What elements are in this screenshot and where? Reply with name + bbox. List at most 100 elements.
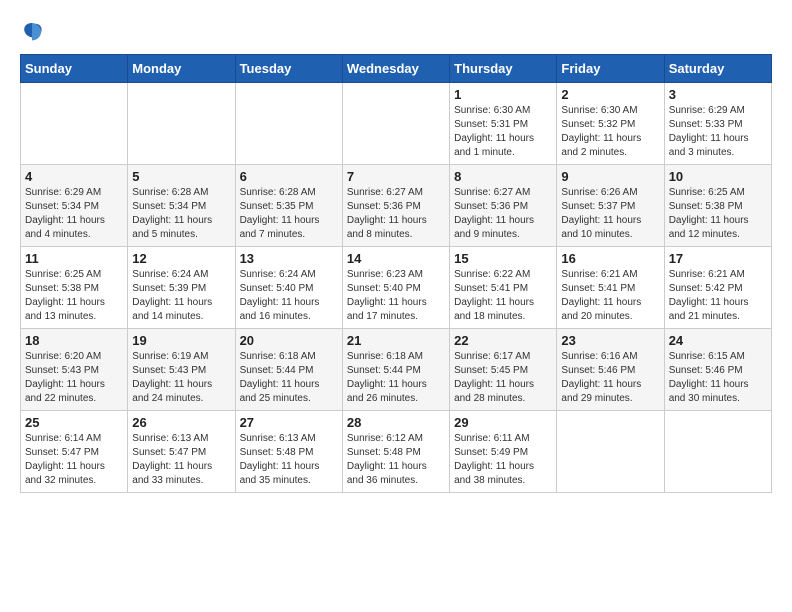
day-number: 20	[240, 333, 338, 348]
day-info: Sunrise: 6:21 AM Sunset: 5:42 PM Dayligh…	[669, 268, 767, 324]
day-number: 27	[240, 415, 338, 430]
calendar-cell: 28 Sunrise: 6:12 AM Sunset: 5:48 PM Dayli…	[342, 411, 449, 493]
day-info: Sunrise: 6:15 AM Sunset: 5:46 PM Dayligh…	[669, 350, 767, 406]
day-number: 28	[347, 415, 445, 430]
day-info: Sunrise: 6:16 AM Sunset: 5:46 PM Dayligh…	[561, 350, 659, 406]
day-number: 2	[561, 87, 659, 102]
day-info: Sunrise: 6:22 AM Sunset: 5:41 PM Dayligh…	[454, 268, 552, 324]
calendar-cell: 20 Sunrise: 6:18 AM Sunset: 5:44 PM Dayli…	[235, 329, 342, 411]
day-number: 6	[240, 169, 338, 184]
page-header	[20, 20, 772, 44]
day-info: Sunrise: 6:26 AM Sunset: 5:37 PM Dayligh…	[561, 186, 659, 242]
day-number: 23	[561, 333, 659, 348]
day-number: 3	[669, 87, 767, 102]
day-number: 18	[25, 333, 123, 348]
day-number: 22	[454, 333, 552, 348]
day-info: Sunrise: 6:21 AM Sunset: 5:41 PM Dayligh…	[561, 268, 659, 324]
day-info: Sunrise: 6:13 AM Sunset: 5:47 PM Dayligh…	[132, 432, 230, 488]
day-number: 5	[132, 169, 230, 184]
calendar-cell: 16 Sunrise: 6:21 AM Sunset: 5:41 PM Dayli…	[557, 247, 664, 329]
day-number: 9	[561, 169, 659, 184]
day-info: Sunrise: 6:23 AM Sunset: 5:40 PM Dayligh…	[347, 268, 445, 324]
day-info: Sunrise: 6:18 AM Sunset: 5:44 PM Dayligh…	[240, 350, 338, 406]
weekday-tuesday: Tuesday	[235, 55, 342, 83]
day-number: 14	[347, 251, 445, 266]
calendar-week-3: 11 Sunrise: 6:25 AM Sunset: 5:38 PM Dayli…	[21, 247, 772, 329]
calendar-cell	[557, 411, 664, 493]
day-number: 19	[132, 333, 230, 348]
day-info: Sunrise: 6:28 AM Sunset: 5:34 PM Dayligh…	[132, 186, 230, 242]
weekday-thursday: Thursday	[450, 55, 557, 83]
calendar-cell: 8Sunrise: 6:27 AM Sunset: 5:36 PM Daylig…	[450, 165, 557, 247]
calendar-table: SundayMondayTuesdayWednesdayThursdayFrid…	[20, 54, 772, 493]
calendar-cell: 10 Sunrise: 6:25 AM Sunset: 5:38 PM Dayli…	[664, 165, 771, 247]
day-number: 13	[240, 251, 338, 266]
day-info: Sunrise: 6:11 AM Sunset: 5:49 PM Dayligh…	[454, 432, 552, 488]
calendar-cell: 23 Sunrise: 6:16 AM Sunset: 5:46 PM Dayli…	[557, 329, 664, 411]
logo	[20, 20, 48, 44]
calendar-cell: 24 Sunrise: 6:15 AM Sunset: 5:46 PM Dayli…	[664, 329, 771, 411]
day-info: Sunrise: 6:25 AM Sunset: 5:38 PM Dayligh…	[669, 186, 767, 242]
calendar-cell: 3 Sunrise: 6:29 AM Sunset: 5:33 PM Daylig…	[664, 83, 771, 165]
day-info: Sunrise: 6:27 AM Sunset: 5:36 PM Dayligh…	[454, 186, 552, 242]
calendar-cell: 2 Sunrise: 6:30 AM Sunset: 5:32 PM Daylig…	[557, 83, 664, 165]
day-number: 21	[347, 333, 445, 348]
calendar-cell: 9 Sunrise: 6:26 AM Sunset: 5:37 PM Daylig…	[557, 165, 664, 247]
day-number: 24	[669, 333, 767, 348]
calendar-cell: 4 Sunrise: 6:29 AM Sunset: 5:34 PM Daylig…	[21, 165, 128, 247]
calendar-cell	[664, 411, 771, 493]
day-info: Sunrise: 6:25 AM Sunset: 5:38 PM Dayligh…	[25, 268, 123, 324]
calendar-week-4: 18 Sunrise: 6:20 AM Sunset: 5:43 PM Dayli…	[21, 329, 772, 411]
day-number: 29	[454, 415, 552, 430]
day-info: Sunrise: 6:30 AM Sunset: 5:31 PM Dayligh…	[454, 104, 552, 160]
day-info: Sunrise: 6:28 AM Sunset: 5:35 PM Dayligh…	[240, 186, 338, 242]
calendar-cell: 29 Sunrise: 6:11 AM Sunset: 5:49 PM Dayli…	[450, 411, 557, 493]
weekday-monday: Monday	[128, 55, 235, 83]
day-number: 25	[25, 415, 123, 430]
day-number: 10	[669, 169, 767, 184]
calendar-body: 1 Sunrise: 6:30 AM Sunset: 5:31 PM Daylig…	[21, 83, 772, 493]
day-number: 1	[454, 87, 552, 102]
weekday-wednesday: Wednesday	[342, 55, 449, 83]
calendar-cell: 27Sunrise: 6:13 AM Sunset: 5:48 PM Dayli…	[235, 411, 342, 493]
calendar-cell: 19Sunrise: 6:19 AM Sunset: 5:43 PM Dayli…	[128, 329, 235, 411]
day-info: Sunrise: 6:30 AM Sunset: 5:32 PM Dayligh…	[561, 104, 659, 160]
calendar-week-5: 25Sunrise: 6:14 AM Sunset: 5:47 PM Dayli…	[21, 411, 772, 493]
calendar-cell: 26Sunrise: 6:13 AM Sunset: 5:47 PM Dayli…	[128, 411, 235, 493]
day-number: 16	[561, 251, 659, 266]
day-info: Sunrise: 6:24 AM Sunset: 5:39 PM Dayligh…	[132, 268, 230, 324]
calendar-cell	[342, 83, 449, 165]
day-number: 12	[132, 251, 230, 266]
calendar-cell: 7Sunrise: 6:27 AM Sunset: 5:36 PM Daylig…	[342, 165, 449, 247]
calendar-cell: 25Sunrise: 6:14 AM Sunset: 5:47 PM Dayli…	[21, 411, 128, 493]
calendar-cell: 14 Sunrise: 6:23 AM Sunset: 5:40 PM Dayli…	[342, 247, 449, 329]
day-number: 15	[454, 251, 552, 266]
weekday-friday: Friday	[557, 55, 664, 83]
calendar-cell: 5 Sunrise: 6:28 AM Sunset: 5:34 PM Daylig…	[128, 165, 235, 247]
calendar-cell: 17 Sunrise: 6:21 AM Sunset: 5:42 PM Dayli…	[664, 247, 771, 329]
day-number: 4	[25, 169, 123, 184]
weekday-header-row: SundayMondayTuesdayWednesdayThursdayFrid…	[21, 55, 772, 83]
calendar-week-1: 1 Sunrise: 6:30 AM Sunset: 5:31 PM Daylig…	[21, 83, 772, 165]
calendar-week-2: 4 Sunrise: 6:29 AM Sunset: 5:34 PM Daylig…	[21, 165, 772, 247]
day-info: Sunrise: 6:29 AM Sunset: 5:33 PM Dayligh…	[669, 104, 767, 160]
day-info: Sunrise: 6:27 AM Sunset: 5:36 PM Dayligh…	[347, 186, 445, 242]
calendar-cell: 21 Sunrise: 6:18 AM Sunset: 5:44 PM Dayli…	[342, 329, 449, 411]
calendar-cell: 6 Sunrise: 6:28 AM Sunset: 5:35 PM Daylig…	[235, 165, 342, 247]
calendar-cell: 11 Sunrise: 6:25 AM Sunset: 5:38 PM Dayli…	[21, 247, 128, 329]
day-number: 11	[25, 251, 123, 266]
day-info: Sunrise: 6:29 AM Sunset: 5:34 PM Dayligh…	[25, 186, 123, 242]
day-info: Sunrise: 6:20 AM Sunset: 5:43 PM Dayligh…	[25, 350, 123, 406]
calendar-cell: 15 Sunrise: 6:22 AM Sunset: 5:41 PM Dayli…	[450, 247, 557, 329]
day-number: 17	[669, 251, 767, 266]
calendar-cell: 22Sunrise: 6:17 AM Sunset: 5:45 PM Dayli…	[450, 329, 557, 411]
calendar-cell: 18 Sunrise: 6:20 AM Sunset: 5:43 PM Dayli…	[21, 329, 128, 411]
day-info: Sunrise: 6:12 AM Sunset: 5:48 PM Dayligh…	[347, 432, 445, 488]
day-info: Sunrise: 6:24 AM Sunset: 5:40 PM Dayligh…	[240, 268, 338, 324]
calendar-header: SundayMondayTuesdayWednesdayThursdayFrid…	[21, 55, 772, 83]
weekday-sunday: Sunday	[21, 55, 128, 83]
day-info: Sunrise: 6:18 AM Sunset: 5:44 PM Dayligh…	[347, 350, 445, 406]
calendar-cell	[21, 83, 128, 165]
logo-icon	[20, 20, 44, 44]
calendar-cell	[128, 83, 235, 165]
